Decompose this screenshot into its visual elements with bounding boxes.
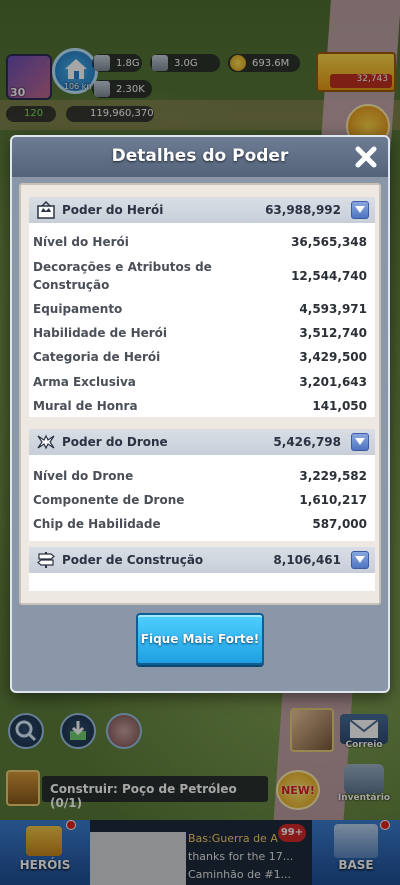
section-value: 8,106,461 [273, 553, 341, 567]
collapse-toggle[interactable] [351, 551, 369, 569]
close-icon [355, 146, 377, 168]
hero-crown-icon [37, 200, 55, 219]
stat-value: 1,610,217 [299, 493, 367, 507]
section-title: Poder de Construção [62, 553, 204, 567]
power-details-dialog: Detalhes do Poder Poder do Herói 63,988,… [10, 135, 390, 693]
stat-value: 141,050 [312, 399, 367, 413]
drone-power-header[interactable]: Poder do Drone 5,426,798 [29, 429, 375, 455]
stat-label: Equipamento [33, 302, 123, 316]
stat-value: 3,201,643 [299, 375, 367, 389]
section-value: 5,426,798 [273, 435, 341, 449]
stat-value: 3,512,740 [299, 326, 367, 340]
stat-label: Chip de Habilidade [33, 517, 161, 531]
stat-value: 36,565,348 [291, 235, 367, 249]
chevron-down-icon [355, 556, 365, 563]
construction-power-header[interactable]: Poder de Construção 8,106,461 [29, 547, 375, 573]
get-stronger-button[interactable]: Fique Mais Forte! [136, 613, 264, 665]
close-button[interactable] [354, 145, 378, 169]
stat-value: 4,593,971 [299, 302, 367, 316]
collapse-toggle[interactable] [351, 201, 369, 219]
stat-label: Habilidade de Herói [33, 326, 168, 340]
stat-value: 3,229,582 [299, 469, 367, 483]
section-title: Poder do Herói [62, 203, 164, 217]
chevron-down-icon [355, 438, 365, 445]
stat-label: Arma Exclusiva [33, 375, 136, 389]
hero-power-header[interactable]: Poder do Herói 63,988,992 [29, 197, 375, 223]
collapse-toggle[interactable] [351, 433, 369, 451]
stat-label: Decorações e Atributos de Construção [33, 260, 212, 292]
chevron-down-icon [355, 206, 365, 213]
drone-icon [37, 434, 55, 450]
get-stronger-label: Fique Mais Forte! [140, 632, 260, 646]
stat-label: Nível do Drone [33, 469, 134, 483]
details-panel: Poder do Herói 63,988,992 Nível do Herói… [19, 183, 381, 605]
stat-value: 587,000 [312, 517, 367, 531]
stat-value: 12,544,740 [291, 269, 367, 283]
section-value: 63,988,992 [265, 203, 341, 217]
stat-label: Categoria de Herói [33, 350, 161, 364]
dialog-title: Detalhes do Poder [111, 146, 289, 166]
signpost-icon [37, 552, 55, 568]
dialog-header: Detalhes do Poder [12, 137, 388, 177]
stat-label: Mural de Honra [33, 399, 138, 413]
section-title: Poder do Drone [62, 435, 168, 449]
stat-value: 3,429,500 [299, 350, 367, 364]
stat-label: Nível do Herói [33, 235, 129, 249]
stat-label: Componente de Drone [33, 493, 185, 507]
